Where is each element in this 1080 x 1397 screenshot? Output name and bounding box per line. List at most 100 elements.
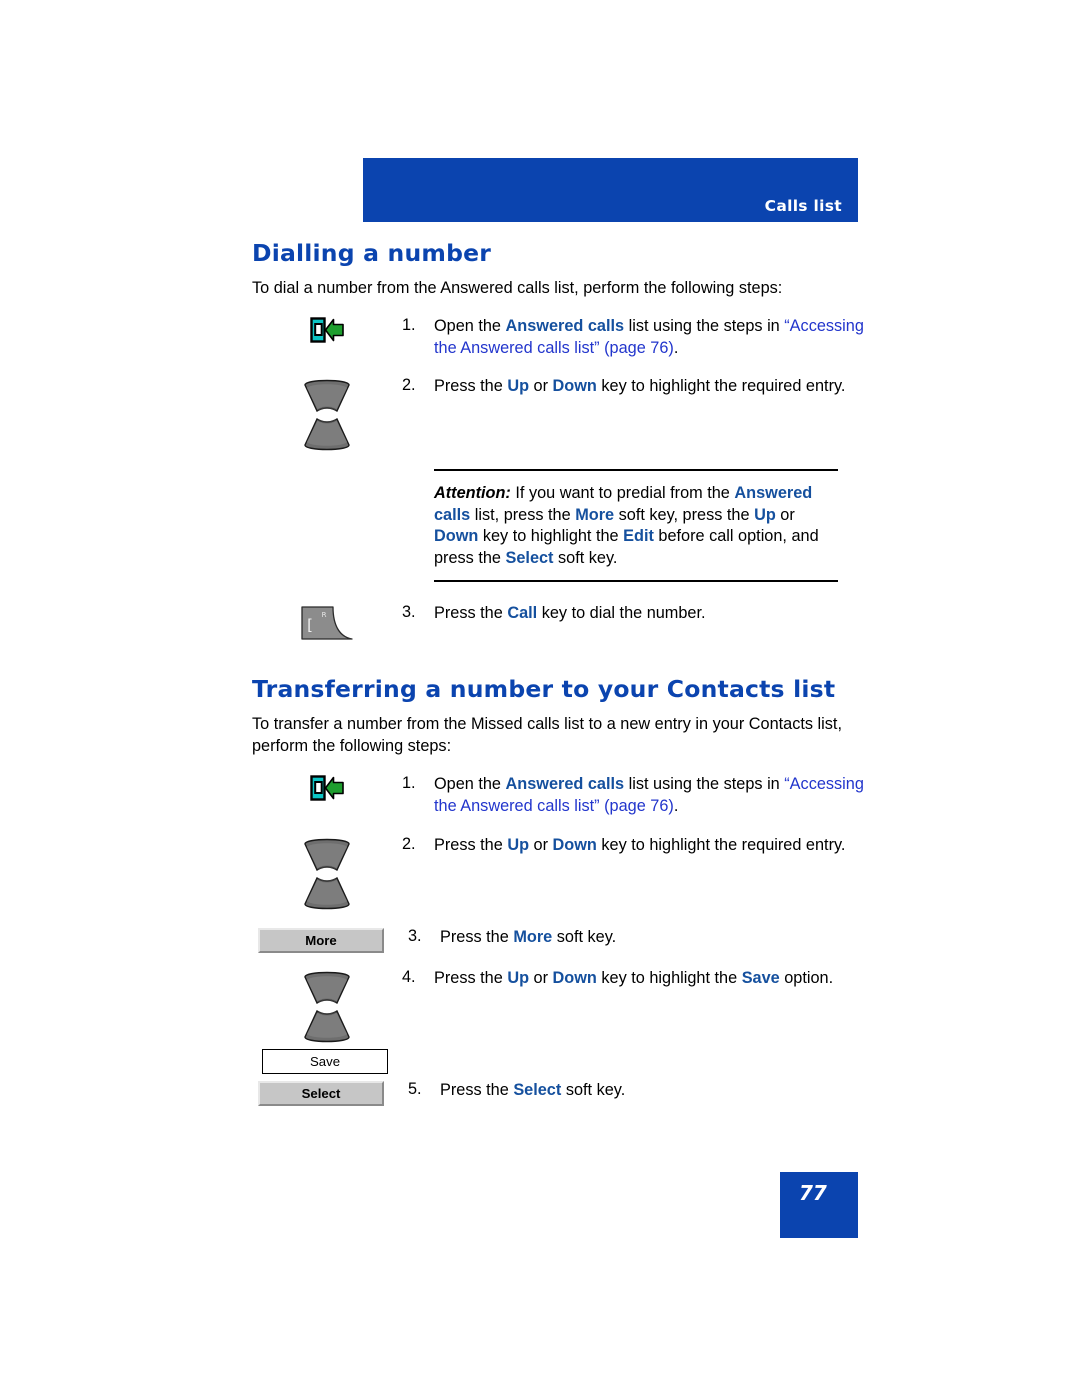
step-text: Press the More soft key. <box>440 926 872 949</box>
section-heading-dialling: Dialling a number <box>252 239 492 267</box>
attention-part: or <box>775 505 795 524</box>
step-text: Press the Select soft key. <box>440 1079 872 1102</box>
step-text-part: Answered calls <box>505 317 625 336</box>
navigation-keys-icon <box>252 834 402 912</box>
page-content: Dialling a number To dial a number from … <box>252 239 872 1106</box>
navigation-keys-icon-art <box>304 838 350 909</box>
softkey-more-wrapper: More <box>252 926 408 953</box>
step-row: 1. Open the Answered calls list using th… <box>252 315 872 359</box>
answered-calls-icon <box>252 773 402 802</box>
step-text-part: or <box>529 835 553 854</box>
step-text-part: key to highlight the <box>596 968 742 987</box>
softkey-save-wrapper: Save <box>252 1047 412 1074</box>
step-text-part: Open the <box>434 317 506 336</box>
step-row: 2. Press the Up or Down key to highlight… <box>252 834 872 912</box>
step-text-part: soft key. <box>552 927 617 946</box>
step-text-part: list using the steps in <box>624 775 785 794</box>
step-text: Press the Up or Down key to highlight th… <box>434 375 872 398</box>
softkey-select-button[interactable]: Select <box>258 1080 384 1106</box>
spacer-text <box>444 1047 872 1070</box>
step-number: 2. <box>402 834 416 853</box>
step-text-part: Answered calls <box>505 775 625 794</box>
step-row: Select 5. Press the Select soft key. <box>252 1079 872 1106</box>
call-key-icon: R [ <box>252 602 402 642</box>
attention-part: More <box>575 505 615 524</box>
step-text-part: key to highlight the required entry. <box>596 835 846 854</box>
document-page: Calls list Dialling a number To dial a n… <box>0 0 1080 1397</box>
attention-note: Attention: If you want to predial from t… <box>434 469 838 583</box>
step-number: 5. <box>408 1079 422 1098</box>
steps-list-transferring: 1. Open the Answered calls list using th… <box>252 773 872 1106</box>
attention-part: soft key, press the <box>614 505 755 524</box>
step-row: More 3. Press the More soft key. <box>252 926 872 953</box>
steps-list-dialling: 1. Open the Answered calls list using th… <box>252 315 872 642</box>
step-text-part: list using the steps in <box>624 317 785 336</box>
attention-part: soft key. <box>553 548 618 567</box>
step-text: Press the Call key to dial the number. <box>434 602 872 625</box>
step-text: Open the Answered calls list using the s… <box>434 773 872 817</box>
step-row: R [ 3. Press the Call key to dial the nu… <box>252 602 872 642</box>
step-text-part: Press the <box>434 835 508 854</box>
step-text-part: option. <box>779 968 834 987</box>
step-text: Open the Answered calls list using the s… <box>434 315 872 359</box>
step-text-part: Select <box>513 1080 562 1099</box>
navigation-keys-icon-art <box>304 971 350 1042</box>
step-text-part: key to highlight the required entry. <box>596 377 846 396</box>
step-text: Press the Up or Down key to highlight th… <box>434 834 872 857</box>
step-text-part: Up <box>507 377 530 396</box>
step-text-part: key to dial the number. <box>537 604 706 623</box>
step-number: 3. <box>402 603 416 622</box>
step-text-part: Press the <box>434 604 508 623</box>
navigation-keys-icon <box>252 967 402 1045</box>
section-heading-transferring: Transferring a number to your Contacts l… <box>252 675 836 704</box>
step-text-part: . <box>673 797 679 816</box>
svg-text:[: [ <box>307 616 313 634</box>
step-text-part: or <box>529 377 553 396</box>
call-key-icon-art: R [ <box>301 606 353 641</box>
answered-calls-icon-art <box>310 317 344 343</box>
svg-text:R: R <box>322 611 327 619</box>
attention-part: Edit <box>623 527 654 546</box>
step-text-part: Open the <box>434 775 506 794</box>
page-number-box: 77 <box>780 1172 858 1238</box>
header-title: Calls list <box>764 197 842 215</box>
answered-calls-icon <box>252 315 402 343</box>
page-header-bar: Calls list <box>363 158 858 222</box>
step-text: Press the Up or Down key to highlight th… <box>434 967 872 990</box>
step-text-part: Press the <box>434 968 508 987</box>
page-number: 77 <box>799 1181 827 1205</box>
save-option-row: Save <box>252 1047 872 1074</box>
attention-part: key to highlight the <box>478 527 624 546</box>
attention-part: Down <box>434 527 479 546</box>
attention-part: Up <box>754 505 776 524</box>
step-text-part: Down <box>552 835 597 854</box>
attention-part: If you want to predial from the <box>510 484 735 503</box>
step-text-part: or <box>529 968 553 987</box>
step-number: 1. <box>402 316 416 335</box>
attention-part: Select <box>505 548 554 567</box>
section-intro-dialling: To dial a number from the Answered calls… <box>252 279 783 298</box>
softkey-select-wrapper: Select <box>252 1079 408 1106</box>
save-option-button[interactable]: Save <box>262 1048 388 1074</box>
step-text-part: soft key. <box>561 1080 626 1099</box>
step-number: 1. <box>402 774 416 793</box>
attention-part: list, press the <box>470 505 576 524</box>
step-row: 4. Press the Up or Down key to highlight… <box>252 967 872 1045</box>
step-text-part: Save <box>741 968 780 987</box>
step-text-part: Down <box>552 377 597 396</box>
step-number: 4. <box>402 967 416 986</box>
step-number: 3. <box>408 926 422 945</box>
attention-label: Attention: <box>434 484 511 503</box>
step-text-part: . <box>673 338 679 357</box>
step-text-part: More <box>513 927 553 946</box>
step-text-part: Call <box>507 604 538 623</box>
step-text-part: Down <box>552 968 597 987</box>
navigation-keys-icon <box>252 375 402 453</box>
step-row: 2. Press the Up or Down key to highlight… <box>252 375 872 453</box>
step-text-part: Press the <box>440 1080 514 1099</box>
step-text-part: Press the <box>434 377 508 396</box>
softkey-more-button[interactable]: More <box>258 927 384 953</box>
navigation-keys-icon-art <box>304 380 350 451</box>
section-intro-transferring: To transfer a number from the Missed cal… <box>252 715 842 756</box>
